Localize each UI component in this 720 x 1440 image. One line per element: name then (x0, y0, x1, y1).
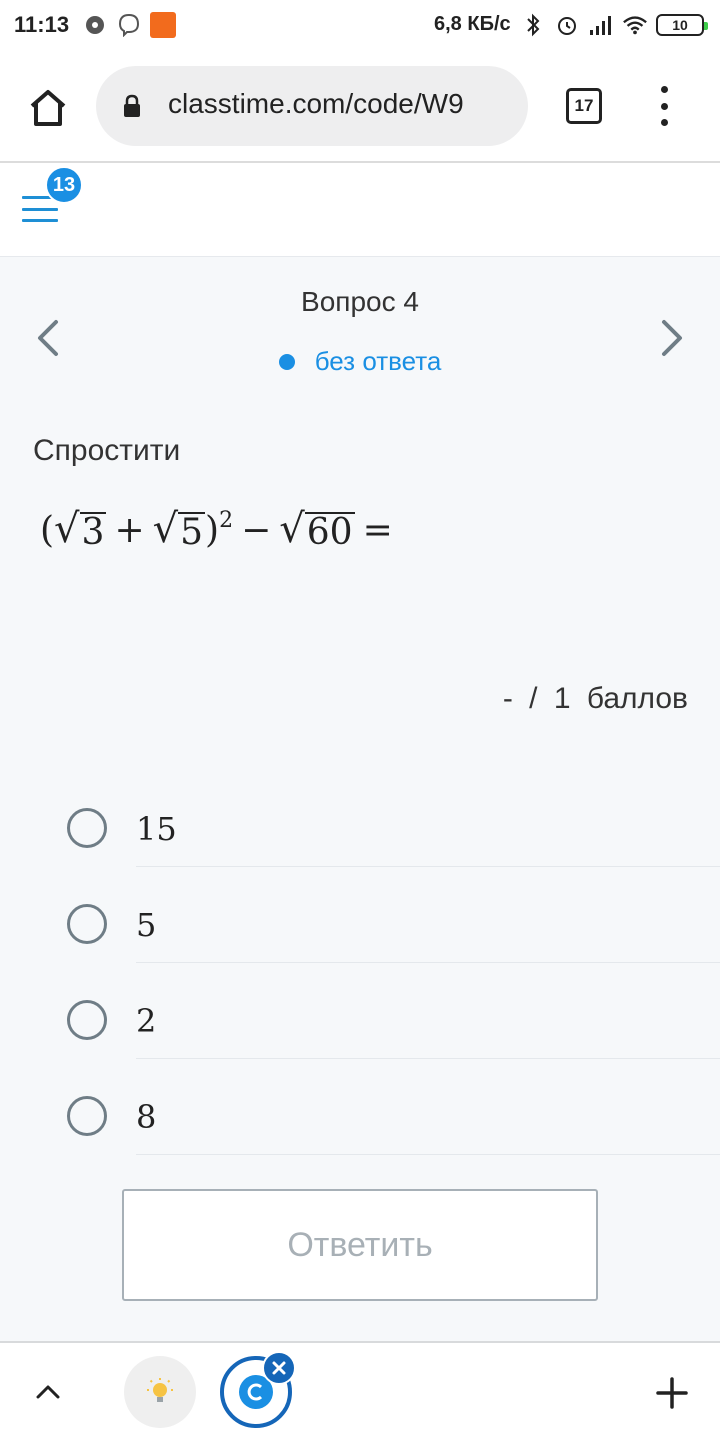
option-divider (136, 1058, 720, 1059)
option-label: 8 (136, 1098, 157, 1136)
browser-menu-icon[interactable] (652, 86, 676, 126)
app-notification-icon (150, 12, 176, 38)
signal-icon (588, 12, 614, 38)
answer-status-label: без ответа (314, 346, 442, 376)
option-divider (136, 1154, 720, 1155)
option-divider (136, 866, 720, 867)
question-navigation: Вопрос 4 без ответа (0, 258, 720, 408)
radio-button[interactable] (67, 808, 107, 848)
question-title: Вопрос 4 (301, 286, 419, 317)
formula-plus: + (114, 509, 145, 551)
notification-badge: 13 (45, 166, 83, 204)
close-icon[interactable] (262, 1351, 296, 1385)
bottom-toolbar (0, 1343, 720, 1440)
question-prompt: Спростити (33, 434, 181, 467)
points-label: - / 1 баллов (502, 682, 688, 715)
sqrt-3-radicand: 3 (79, 511, 107, 553)
lightbulb-icon[interactable] (124, 1356, 196, 1428)
tab-switcher-button[interactable]: 17 (566, 88, 602, 124)
formula-exponent: 2 (219, 507, 234, 533)
answer-option[interactable]: 2 (0, 984, 720, 1080)
radio-button[interactable] (67, 1000, 107, 1040)
lock-icon (122, 94, 142, 118)
answer-option[interactable]: 5 (0, 888, 720, 984)
option-label: 15 (136, 810, 177, 848)
home-icon[interactable] (24, 84, 72, 132)
formula-close-paren: ) (205, 509, 220, 551)
status-bar: 11:13 6,8 КБ/с 10 (0, 0, 720, 52)
music-disc-icon (82, 12, 108, 38)
submit-answer-button[interactable]: Ответить (122, 1189, 598, 1301)
alarm-icon (554, 12, 580, 38)
radio-button[interactable] (67, 1096, 107, 1136)
sqrt-5-radicand: 5 (178, 511, 206, 553)
formula-minus: − (241, 509, 272, 551)
answer-option[interactable]: 8 (0, 1080, 720, 1176)
status-notification-icons (82, 12, 176, 38)
option-label: 2 (136, 1002, 157, 1040)
battery-icon: 10 (656, 14, 708, 36)
next-question-icon[interactable] (656, 318, 688, 358)
bluetooth-icon (520, 12, 546, 38)
sqrt-5: √ 5 (152, 505, 206, 553)
wifi-icon (622, 12, 648, 38)
formula-equals: = (362, 509, 393, 551)
address-bar[interactable]: classtime.com/code/W9 (96, 66, 528, 146)
answer-status: без ответа (0, 346, 720, 377)
formula-open-paren: ( (40, 509, 55, 551)
chevron-up-icon[interactable] (32, 1375, 64, 1407)
plus-icon[interactable] (652, 1373, 692, 1413)
option-label: 5 (136, 906, 157, 944)
sqrt-60-radicand: 60 (304, 511, 355, 553)
network-speed: 6,8 КБ/с (434, 13, 511, 35)
sqrt-3: √ 3 (54, 505, 107, 553)
math-formula: ( √ 3 + √ 5 ) 2 − √ 60 = (40, 500, 401, 560)
viber-icon (116, 12, 142, 38)
app-header: 13 (0, 163, 720, 257)
status-dot-icon (278, 353, 295, 370)
url-text: classtime.com/code/W9 (168, 88, 464, 119)
sqrt-60: √ 60 (279, 505, 355, 553)
radio-button[interactable] (67, 904, 107, 944)
status-system-icons: 10 (520, 12, 708, 38)
answer-option[interactable]: 15 (0, 792, 720, 888)
browser-toolbar: classtime.com/code/W9 17 (0, 52, 720, 162)
status-time: 11:13 (14, 12, 70, 37)
option-divider (136, 962, 720, 963)
